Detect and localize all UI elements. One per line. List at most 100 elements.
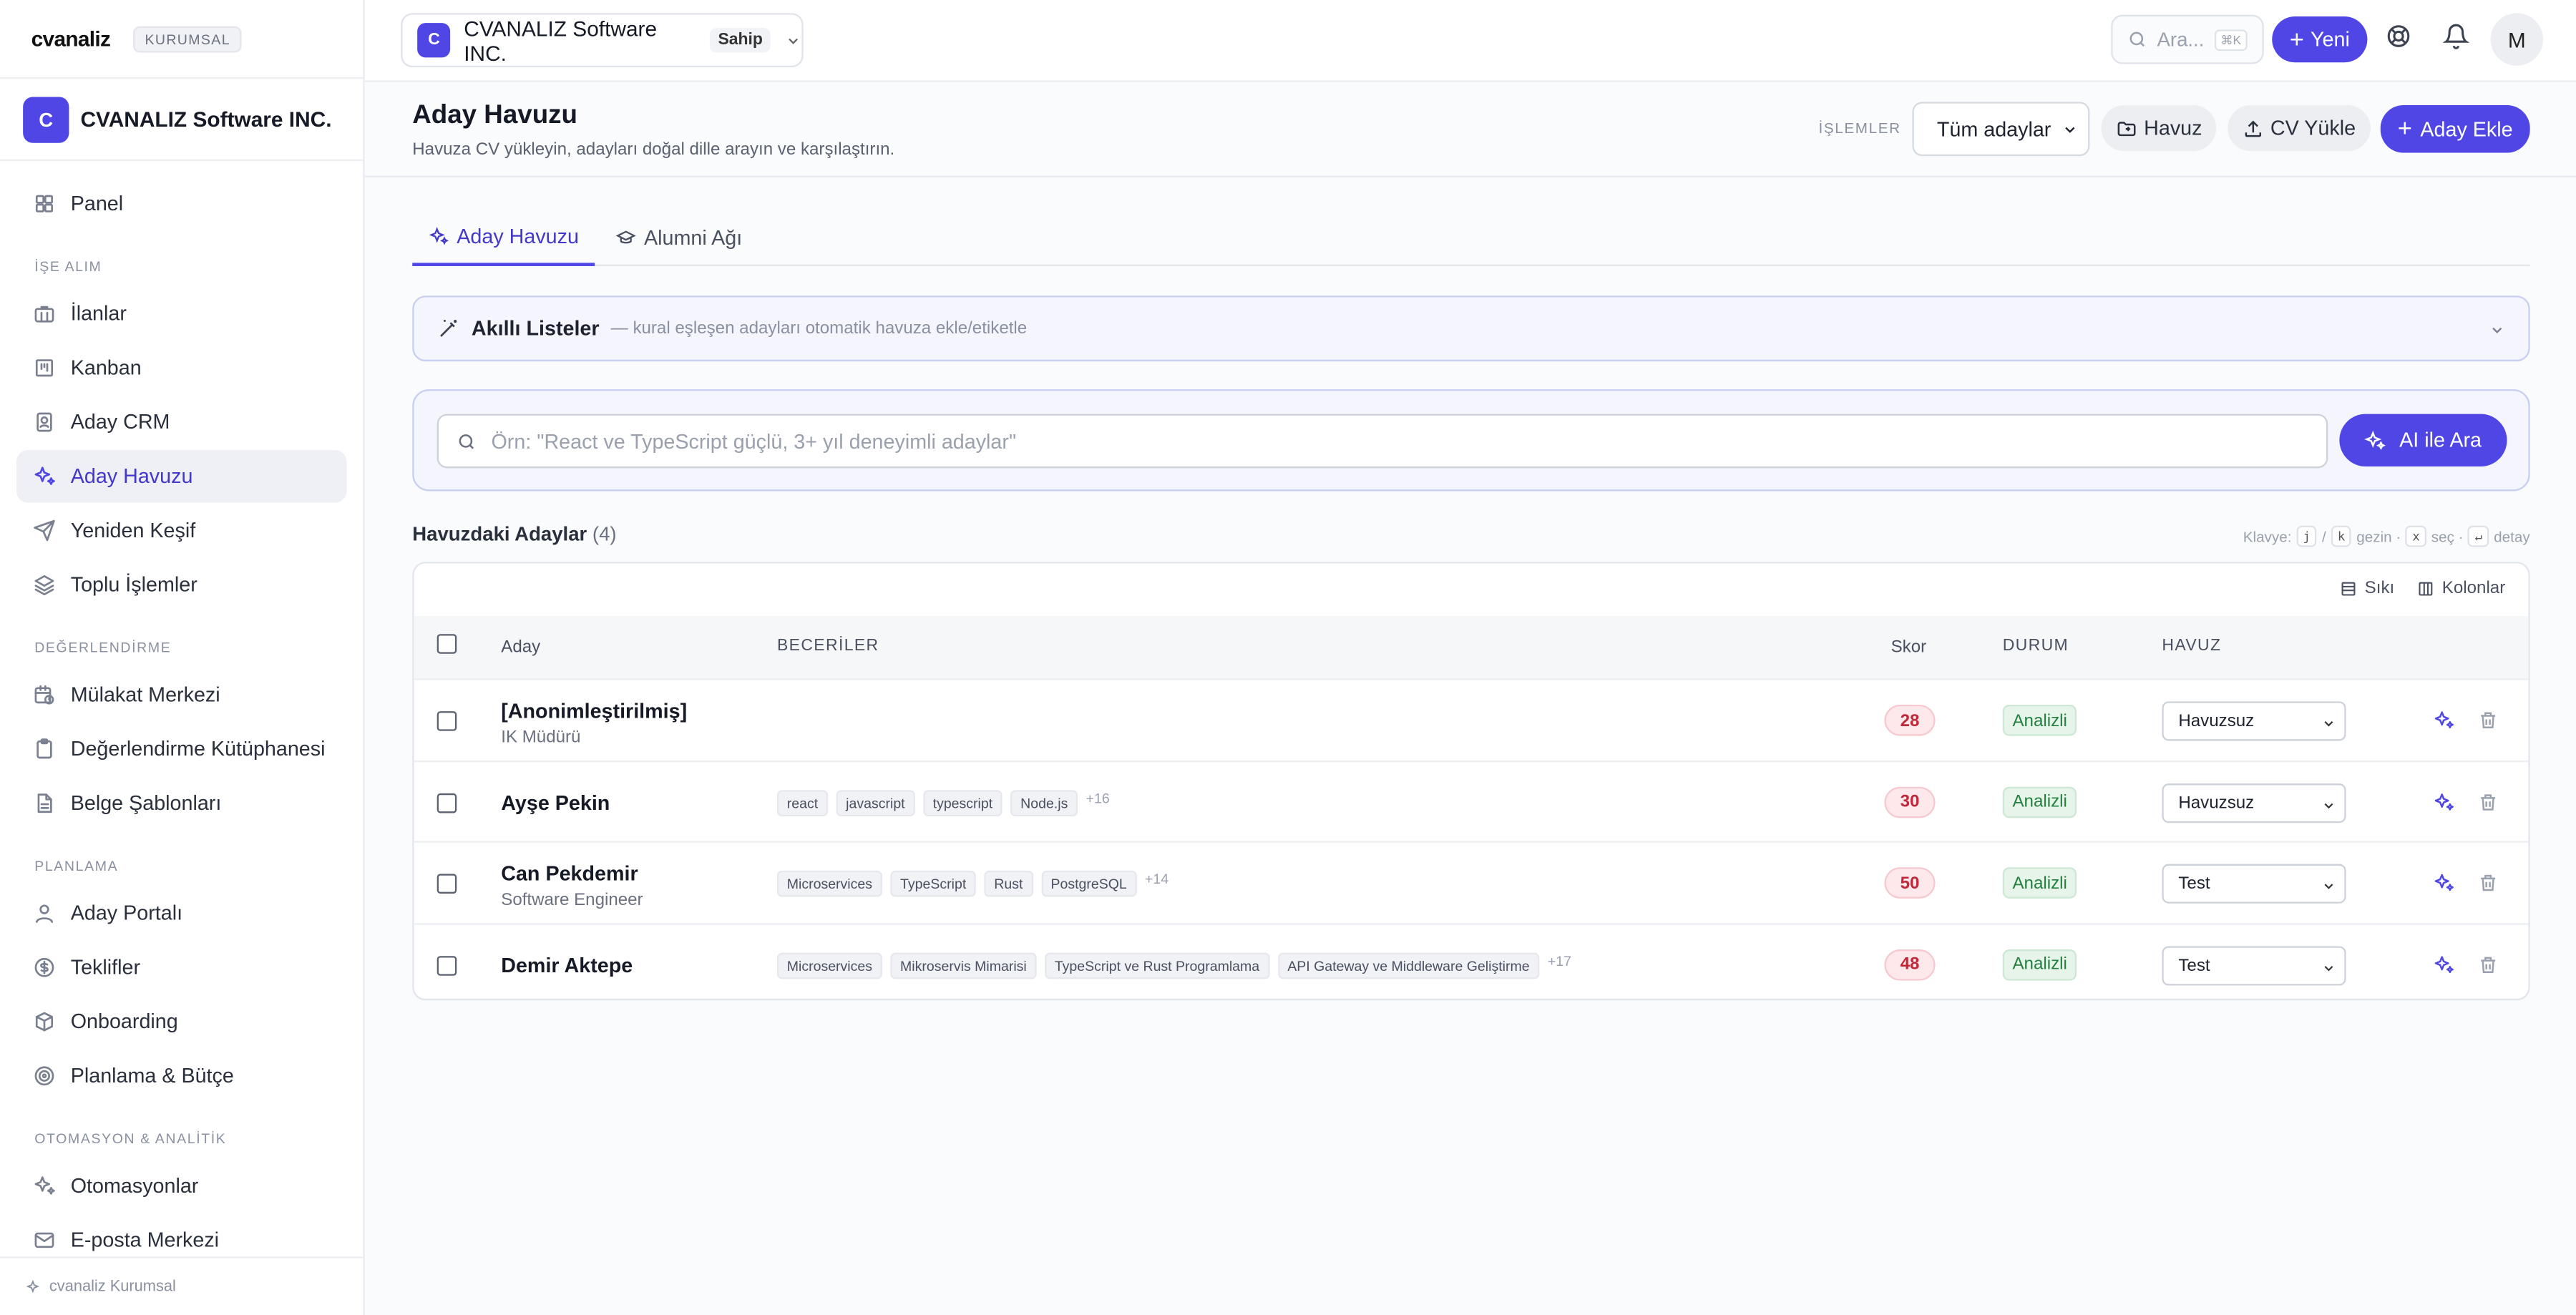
tab-label: Alumni Ağı — [643, 226, 743, 250]
new-button[interactable]: + Yeni — [2272, 16, 2368, 63]
pool-select[interactable]: Test — [2162, 864, 2346, 904]
sidebar-item-onboarding[interactable]: Onboarding — [16, 995, 346, 1047]
sidebar-item-teklifler[interactable]: Teklifler — [16, 942, 346, 994]
chevron-down-icon[interactable] — [2489, 322, 2505, 338]
row-checkbox[interactable] — [436, 955, 457, 975]
sidebar-item-aday-havuzu[interactable]: Aday Havuzu — [16, 450, 347, 503]
mail-icon — [33, 1228, 56, 1251]
pool-select[interactable]: Havuzsuz — [2162, 782, 2346, 823]
sidebar-item-label: Değerlendirme Kütüphanesi — [70, 737, 326, 761]
pool-button[interactable]: Havuz — [2101, 104, 2218, 152]
row-checkbox[interactable] — [436, 874, 457, 894]
role-badge: Sahip — [709, 28, 771, 53]
grid-icon — [33, 192, 56, 215]
candidate-name[interactable]: [Anonimleştirilmiş] — [501, 700, 687, 723]
trash-icon[interactable] — [2477, 791, 2499, 812]
trash-icon[interactable] — [2477, 710, 2499, 731]
tab-bar: Aday Havuzu Alumni Ağı — [412, 210, 2530, 266]
select-all-checkbox[interactable] — [436, 634, 457, 654]
brand-bar: cvanaliz KURUMSAL — [0, 0, 364, 79]
candidate-name[interactable]: Demir Aktepe — [501, 954, 633, 977]
smart-lists-panel[interactable]: Akıllı Listeler — kural eşleşen adayları… — [412, 295, 2530, 362]
ai-analyze-icon[interactable] — [2433, 710, 2454, 731]
tab-alumni-network[interactable]: Alumni Ağı — [615, 210, 743, 266]
compact-toggle[interactable]: Sıkı — [2340, 578, 2394, 598]
cv-upload-button[interactable]: CV Yükle — [2228, 104, 2371, 152]
sidebar-item-panel[interactable]: Panel — [16, 177, 346, 230]
sidebar-item-belge-sablonlari[interactable]: Belge Şablonları — [16, 777, 346, 829]
chevron-down-icon — [2324, 964, 2333, 971]
upload-icon — [2245, 119, 2262, 137]
ai-analyze-icon[interactable] — [2433, 872, 2454, 894]
ai-analyze-icon[interactable] — [2433, 791, 2454, 812]
trash-icon[interactable] — [2477, 872, 2499, 894]
skill-tag: Mikroservis Mimarisi — [890, 952, 1037, 979]
sparkles-icon — [26, 1279, 40, 1293]
app-logo[interactable]: cvanaliz — [31, 26, 111, 51]
skill-tag: TypeScript — [890, 870, 977, 897]
columns-icon — [2419, 581, 2434, 595]
clipboard-icon — [33, 738, 56, 761]
cv-upload-label: CV Yükle — [2270, 117, 2356, 140]
ai-search-input[interactable]: Örn: "React ve TypeScript güçlü, 3+ yıl … — [436, 414, 2328, 469]
global-search[interactable]: Ara... ⌘K — [2111, 14, 2264, 64]
sidebar-item-aday-crm[interactable]: Aday CRM — [16, 396, 346, 448]
table-row[interactable]: Can Pekdemir Software Engineer Microserv… — [414, 841, 2529, 924]
candidate-name[interactable]: Can Pekdemir — [501, 862, 638, 885]
skill-tag: Rust — [984, 870, 1033, 897]
sidebar-item-planlama-butce[interactable]: Planlama & Bütçe — [16, 1050, 346, 1102]
skills-list: react javascript typescript Node.js +16 — [776, 789, 1110, 816]
table-row[interactable]: Demir Aktepe Microservices Mikroservis Mi… — [414, 922, 2529, 999]
row-checkbox[interactable] — [436, 711, 457, 731]
more-skills-count[interactable]: +16 — [1086, 789, 1110, 806]
sidebar-item-yeniden-kesif[interactable]: Yeniden Keşif — [16, 504, 346, 557]
bell-icon[interactable] — [2442, 23, 2476, 56]
pool-select-value: Test — [2178, 955, 2210, 975]
skill-tag: typescript — [922, 789, 1002, 816]
sidebar-item-degerlendirme-kutuphanesi[interactable]: Değerlendirme Kütüphanesi — [16, 723, 346, 775]
tab-candidate-pool[interactable]: Aday Havuzu — [412, 210, 595, 266]
add-candidate-button[interactable]: + Aday Ekle — [2380, 104, 2530, 153]
sidebar-item-ilanlar[interactable]: İlanlar — [16, 288, 346, 340]
sidebar-item-kanban[interactable]: Kanban — [16, 342, 346, 394]
more-skills-count[interactable]: +14 — [1145, 871, 1169, 887]
score-badge: 30 — [1884, 786, 1936, 818]
pool-select[interactable]: Test — [2162, 945, 2346, 985]
ai-search-button[interactable]: AI ile Ara — [2339, 414, 2507, 467]
col-score[interactable]: Skor — [1891, 637, 1927, 658]
sidebar-item-mulakat-merkezi[interactable]: Mülakat Merkezi — [16, 668, 346, 720]
pool-select[interactable]: Havuzsuz — [2162, 701, 2346, 741]
table-row[interactable]: [Anonimleştirilmiş] IK Müdürü 28 Analizl… — [414, 678, 2529, 761]
sidebar-item-toplu-islemler[interactable]: Toplu İşlemler — [16, 559, 346, 611]
skill-tag: PostgreSQL — [1040, 870, 1137, 897]
sidebar-item-aday-portali[interactable]: Aday Portalı — [16, 887, 346, 939]
user-avatar[interactable]: M — [2490, 13, 2544, 66]
ai-analyze-icon[interactable] — [2433, 954, 2454, 975]
sparkles-icon — [33, 1175, 56, 1198]
ai-search-button-label: AI ile Ara — [2399, 429, 2482, 452]
sidebar-item-label: Mülakat Merkezi — [70, 683, 220, 707]
calendar-clock-icon — [33, 683, 56, 706]
search-placeholder: Ara... — [2157, 28, 2205, 52]
chevron-down-icon — [2324, 884, 2333, 889]
col-candidate[interactable]: Aday — [501, 637, 540, 658]
candidate-title: IK Müdürü — [501, 728, 581, 748]
row-checkbox[interactable] — [436, 792, 457, 813]
help-icon[interactable] — [2386, 23, 2419, 56]
sparkles-icon — [2365, 429, 2386, 450]
candidate-filter-select[interactable]: Tüm adaylar — [1912, 102, 2090, 157]
chevron-down-icon — [2324, 802, 2333, 808]
list-title: Havuzdaki Adaylar — [412, 522, 587, 546]
add-candidate-label: Aday Ekle — [2420, 117, 2513, 141]
sidebar-item-otomasyonlar[interactable]: Otomasyonlar — [16, 1160, 346, 1212]
org-switcher[interactable]: C CVANALIZ Software INC. Sahip — [401, 13, 804, 68]
table-row[interactable]: Ayşe Pekin react javascript typescript Node… — [414, 759, 2529, 842]
status-badge: Analizli — [2002, 704, 2077, 736]
kbd-j: j — [2296, 525, 2318, 547]
candidate-name[interactable]: Ayşe Pekin — [501, 791, 610, 813]
columns-button[interactable]: Kolonlar — [2417, 578, 2505, 598]
more-skills-count[interactable]: +17 — [1548, 952, 1571, 968]
sidebar-section-title: OTOMASYON & ANALİTİK — [34, 1130, 227, 1147]
trash-icon[interactable] — [2477, 954, 2499, 975]
sidebar-org[interactable]: C CVANALIZ Software INC. — [0, 79, 364, 161]
